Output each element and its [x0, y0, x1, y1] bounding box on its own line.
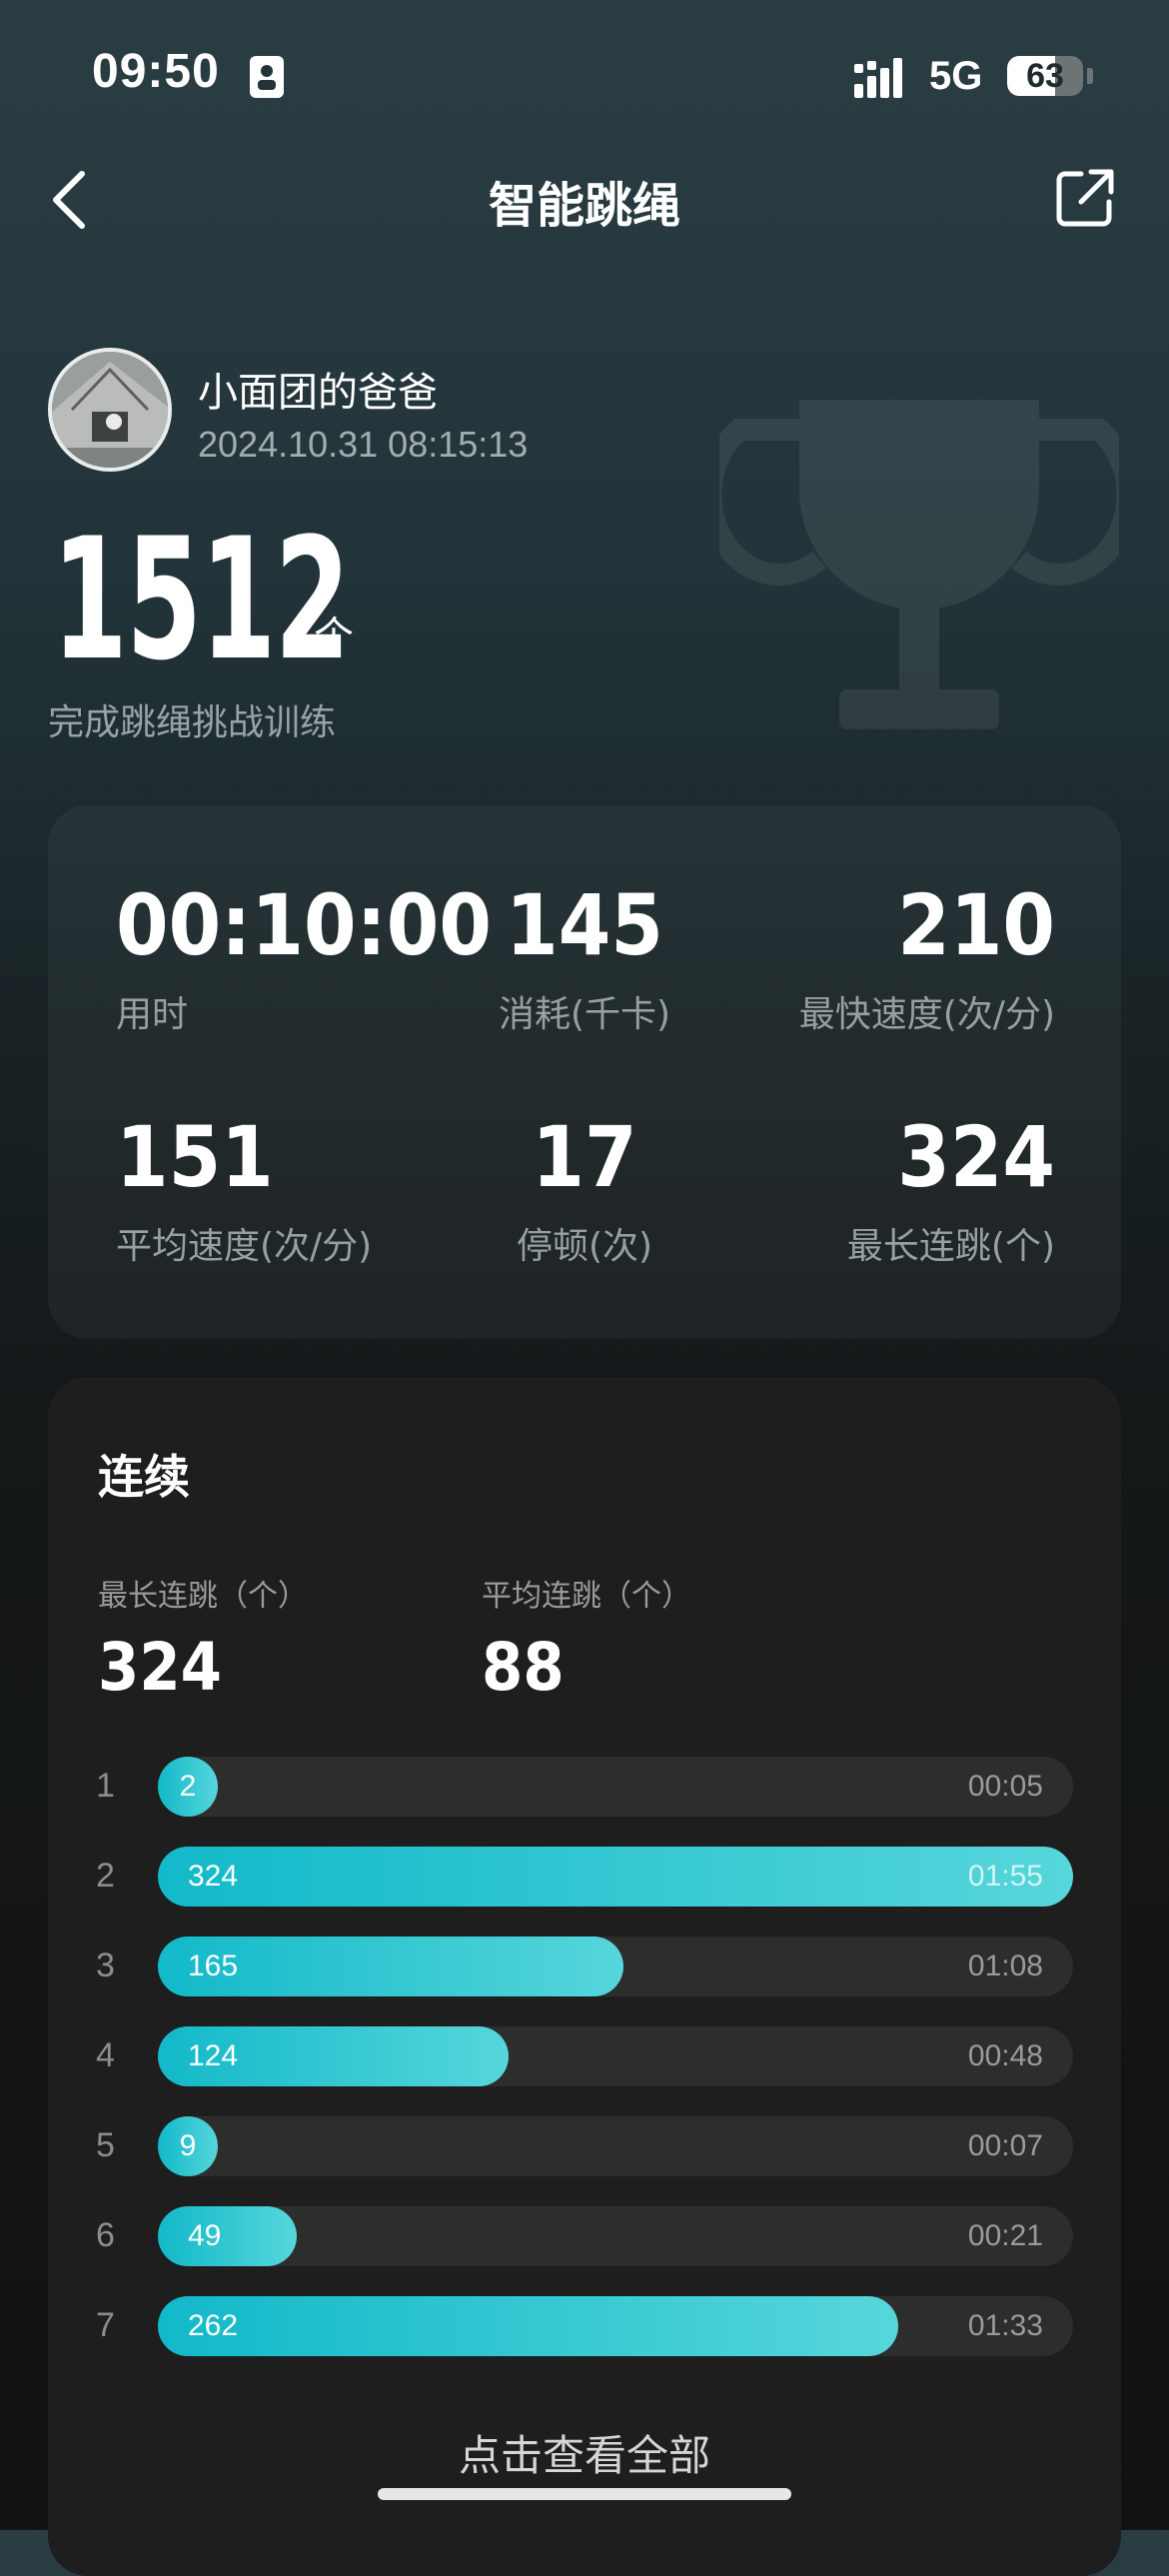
share-icon[interactable]	[1055, 168, 1115, 228]
contact-card-icon	[250, 56, 284, 98]
stat-pauses-value: 17	[532, 1108, 637, 1206]
streak-bar-track: 49 00:21	[158, 2206, 1073, 2266]
stat-calories-label: 消耗(千卡)	[498, 994, 671, 1035]
streak-bar-index: 5	[96, 2126, 115, 2164]
home-indicator[interactable]	[378, 2488, 791, 2500]
record-datetime: 2024.10.31 08:15:13	[198, 424, 529, 465]
stat-avg-speed-label: 平均速度(次/分)	[116, 1226, 373, 1267]
summary-description: 完成跳绳挑战训练	[48, 702, 337, 743]
streak-bar-index: 7	[96, 2306, 115, 2344]
stat-max-speed-label: 最快速度(次/分)	[798, 994, 1055, 1035]
stat-calories-value: 145	[506, 876, 663, 974]
streak-bar-count: 2	[179, 1770, 197, 1803]
total-jumps: 1512	[52, 502, 351, 697]
streak-bar-index: 2	[96, 1857, 115, 1895]
average-streak-value: 88	[482, 1629, 565, 1706]
avatar-image	[52, 352, 168, 468]
streak-bar-time: 01:33	[967, 2309, 1043, 2342]
battery-icon: 63	[1007, 56, 1083, 96]
trophy-icon	[719, 400, 1119, 729]
longest-streak-value: 324	[98, 1629, 222, 1706]
streak-bar-track: 9 00:07	[158, 2116, 1073, 2176]
streak-bar-fill	[158, 2206, 297, 2266]
longest-streak-label: 最长连跳（个）	[98, 1579, 308, 1614]
network-type: 5G	[929, 54, 983, 98]
page-title: 智能跳绳	[488, 178, 680, 234]
streak-bar-time: 00:05	[967, 1770, 1043, 1803]
streak-bar-index: 3	[96, 1946, 115, 1984]
streak-bar-time: 01:08	[967, 1949, 1043, 1982]
average-streak-label: 平均连跳（个）	[482, 1579, 691, 1614]
user-name: 小面团的爸爸	[198, 370, 438, 416]
streak-bar-index: 1	[96, 1767, 115, 1805]
streak-bar-count: 262	[188, 2309, 239, 2342]
streak-bar-time: 01:55	[967, 1860, 1043, 1893]
streak-bar-time: 00:07	[967, 2129, 1043, 2162]
battery-level: 63	[1026, 57, 1064, 95]
streak-title: 连续	[98, 1450, 190, 1504]
view-all-link[interactable]: 点击查看全部	[0, 2422, 1169, 2483]
streak-bar-count: 9	[179, 2129, 197, 2162]
streak-bar-time: 00:48	[967, 2039, 1043, 2072]
signal-icon	[854, 58, 902, 98]
streak-bar-track: 262 01:33	[158, 2296, 1073, 2356]
stat-duration-label: 用时	[116, 994, 189, 1035]
streak-bar-fill	[158, 2296, 898, 2356]
status-time: 09:50	[92, 45, 220, 98]
streak-bar-count: 49	[188, 2219, 222, 2252]
streak-bar-track: 2 00:05	[158, 1757, 1073, 1817]
stat-pauses-label: 停顿(次)	[516, 1226, 653, 1267]
streak-bar-time: 00:21	[967, 2219, 1043, 2252]
streak-bar-count: 324	[188, 1860, 239, 1893]
battery-tip	[1087, 68, 1093, 84]
stat-avg-speed-value: 151	[116, 1108, 274, 1206]
stat-longest-streak-label: 最长连跳(个)	[846, 1226, 1055, 1267]
total-jumps-unit: 个	[314, 614, 354, 659]
streak-bar-track: 165 01:08	[158, 1936, 1073, 1996]
streak-bar-count: 165	[188, 1949, 239, 1982]
streak-bar-track: 124 00:48	[158, 2026, 1073, 2086]
stat-max-speed-value: 210	[897, 876, 1055, 974]
stat-longest-streak-value: 324	[897, 1108, 1055, 1206]
streak-bar-index: 4	[96, 2036, 115, 2074]
streak-bar-count: 124	[188, 2039, 239, 2072]
streak-bar-index: 6	[96, 2216, 115, 2254]
avatar[interactable]	[48, 348, 172, 472]
streak-bar-track: 324 01:55	[158, 1847, 1073, 1907]
streak-bar-fill	[158, 1847, 1073, 1907]
